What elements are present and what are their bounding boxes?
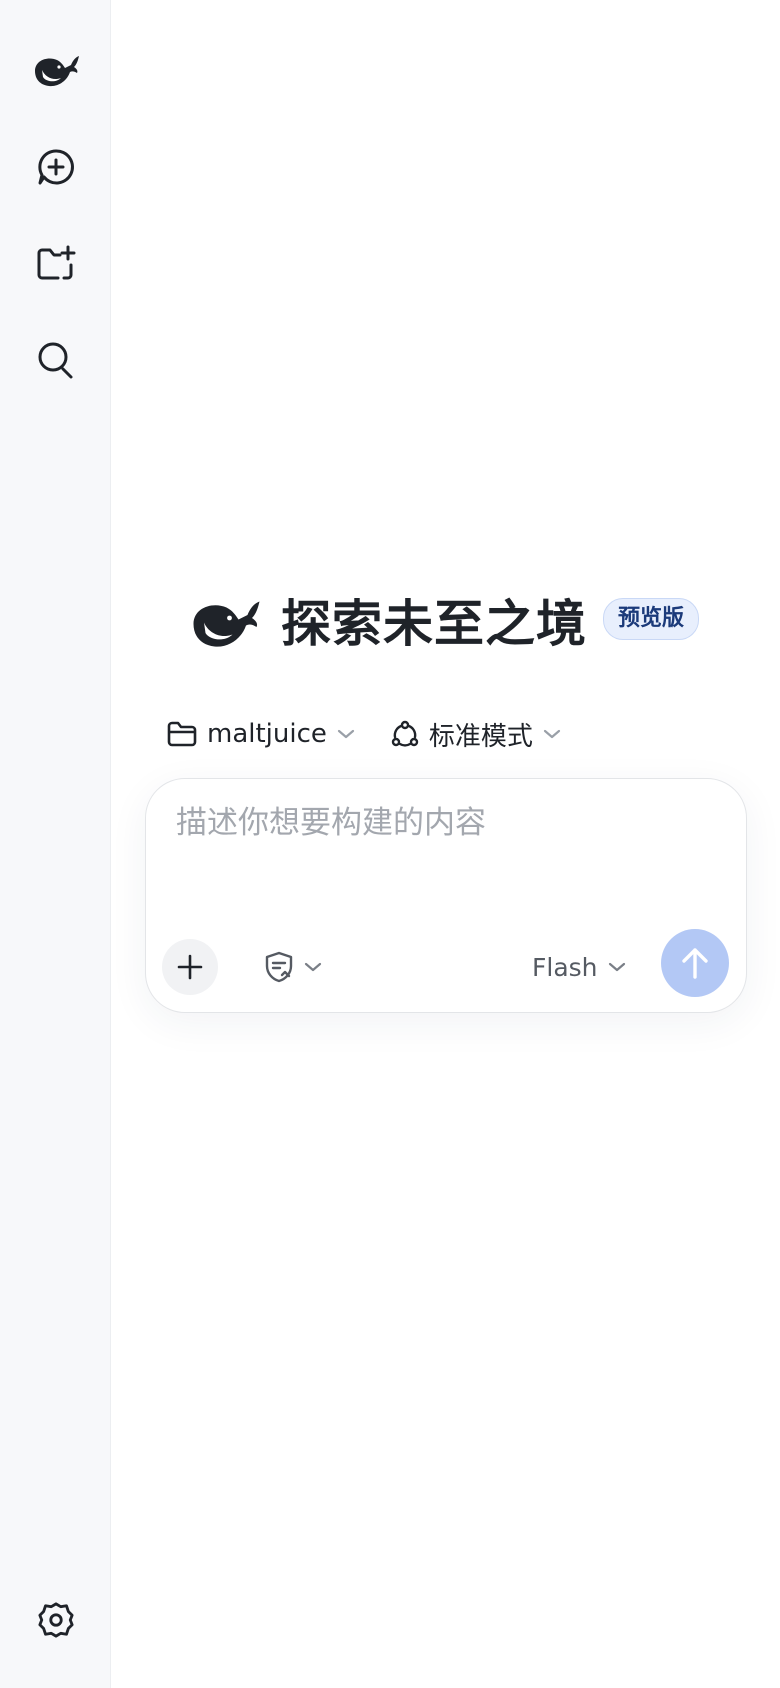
chevron-down-icon [608, 962, 625, 972]
send-button[interactable] [661, 929, 729, 997]
sidebar [0, 0, 111, 1688]
guard-options-button[interactable] [264, 945, 322, 989]
sidebar-logo-button[interactable] [27, 42, 85, 100]
chevron-down-icon [543, 729, 561, 739]
preview-badge: 预览版 [603, 598, 700, 640]
new-chat-button[interactable] [27, 138, 85, 196]
plus-icon [177, 954, 203, 980]
settings-button[interactable] [27, 1591, 85, 1649]
attach-button[interactable] [162, 939, 218, 995]
new-project-button[interactable] [27, 235, 85, 293]
selector-bar: maltjuice 标准模式 [167, 712, 561, 756]
folder-plus-icon [37, 245, 76, 280]
search-icon [38, 342, 73, 379]
nodes-icon [391, 720, 419, 747]
deepseek-whale-icon [193, 601, 260, 647]
mode-selector-label: 标准模式 [428, 721, 533, 752]
model-selector-label: Flash [532, 952, 598, 982]
composer: Flash [145, 778, 747, 1013]
project-selector[interactable]: maltjuice [167, 719, 355, 749]
project-selector-label: maltjuice [207, 719, 327, 749]
shield-list-icon [265, 951, 293, 983]
hero: 探索未至之境 预览版 [187, 594, 700, 654]
chat-plus-icon [38, 149, 74, 185]
gear-icon [38, 1602, 74, 1638]
mode-selector[interactable]: 标准模式 [391, 716, 561, 753]
arrow-up-icon [682, 948, 708, 979]
chevron-down-icon [337, 729, 355, 739]
model-selector[interactable]: Flash [532, 945, 626, 989]
main-area: 探索未至之境 预览版 maltjuice 标准模式 描述你想要构建的内容 Fla… [111, 0, 780, 1688]
chevron-down-icon [304, 962, 322, 972]
folder-icon [167, 721, 197, 747]
search-button[interactable] [27, 331, 85, 389]
deepseek-whale-icon [35, 56, 79, 87]
prompt-input[interactable] [176, 805, 716, 841]
page-title: 探索未至之境 [281, 595, 587, 653]
app-window: 探索未至之境 预览版 maltjuice 标准模式 描述你想要构建的内容 Fla… [0, 0, 780, 1688]
